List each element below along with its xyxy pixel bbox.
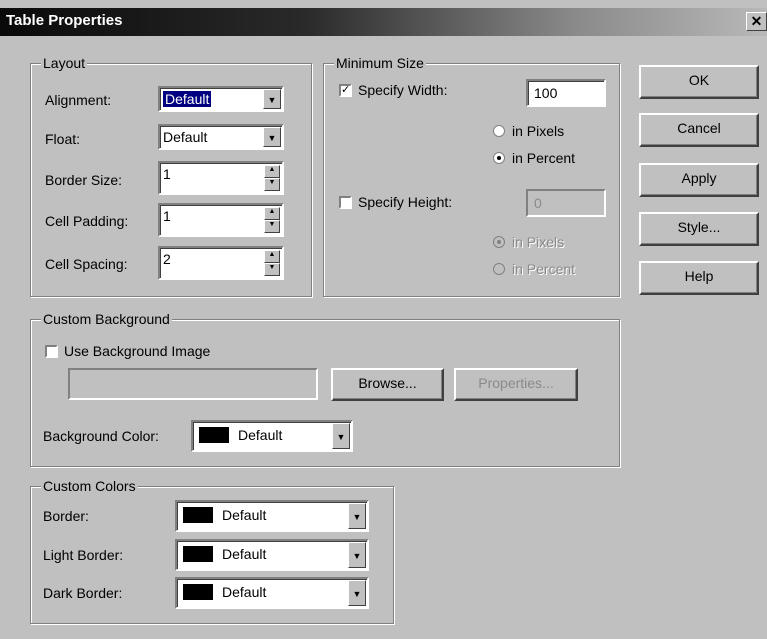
background-image-path-input[interactable] bbox=[68, 368, 318, 400]
cell-padding-value: 1 bbox=[163, 208, 171, 224]
alignment-value: Default bbox=[163, 91, 212, 107]
background-color-label: Background Color: bbox=[43, 428, 159, 444]
cell-spacing-value: 2 bbox=[163, 251, 171, 267]
chevron-down-icon[interactable]: ▼ bbox=[332, 423, 350, 449]
chevron-down-icon[interactable]: ▼ bbox=[348, 580, 366, 606]
light-border-dropdown[interactable]: Default ▼ bbox=[175, 539, 369, 571]
dark-border-swatch bbox=[183, 584, 213, 600]
custom-background-legend: Custom Background bbox=[41, 311, 172, 327]
border-color-swatch bbox=[183, 507, 213, 523]
float-dropdown[interactable]: Default ▼ bbox=[158, 124, 284, 150]
border-color-dropdown[interactable]: Default ▼ bbox=[175, 500, 369, 532]
border-size-spinner[interactable]: ▲ ▼ bbox=[264, 165, 280, 191]
cancel-label: Cancel bbox=[677, 120, 721, 136]
light-border-swatch bbox=[183, 546, 213, 562]
float-value: Default bbox=[163, 129, 208, 145]
border-size-field[interactable]: 1 ▲ ▼ bbox=[158, 161, 284, 195]
cell-padding-spinner[interactable]: ▲ ▼ bbox=[264, 207, 280, 233]
cancel-button[interactable]: Cancel bbox=[639, 113, 759, 147]
chevron-down-icon[interactable]: ▼ bbox=[348, 503, 366, 529]
height-in-percent-label: in Percent bbox=[512, 261, 576, 277]
layout-legend: Layout bbox=[41, 55, 88, 71]
spin-up-icon[interactable]: ▲ bbox=[264, 207, 280, 220]
use-background-image-label: Use Background Image bbox=[64, 343, 211, 359]
browse-button[interactable]: Browse... bbox=[331, 368, 444, 401]
light-border-label: Light Border: bbox=[43, 547, 124, 563]
help-button[interactable]: Help bbox=[639, 261, 759, 295]
alignment-label: Alignment: bbox=[45, 92, 112, 108]
spin-down-icon[interactable]: ▼ bbox=[264, 178, 280, 191]
width-in-pixels-radio[interactable] bbox=[493, 125, 505, 137]
border-color-value: Default bbox=[222, 507, 267, 523]
use-background-image-checkbox[interactable] bbox=[45, 345, 58, 358]
check-icon: ✓ bbox=[341, 84, 351, 96]
specify-height-label: Specify Height: bbox=[358, 194, 453, 210]
background-color-value: Default bbox=[238, 427, 283, 443]
properties-label: Properties... bbox=[478, 375, 554, 391]
close-button[interactable]: ✕ bbox=[746, 12, 767, 31]
chevron-down-icon[interactable]: ▼ bbox=[263, 127, 281, 147]
cell-spacing-field[interactable]: 2 ▲ ▼ bbox=[158, 246, 284, 280]
height-input[interactable]: 0 bbox=[526, 189, 606, 217]
background-color-dropdown[interactable]: Default ▼ bbox=[191, 420, 353, 452]
minimum-size-legend: Minimum Size bbox=[334, 55, 426, 71]
specify-width-checkbox[interactable]: ✓ bbox=[339, 84, 352, 97]
table-properties-dialog: Table Properties ✕ Layout Alignment: Def… bbox=[0, 0, 767, 639]
dark-border-label: Dark Border: bbox=[43, 585, 123, 601]
specify-width-label: Specify Width: bbox=[358, 82, 448, 98]
height-in-pixels-label: in Pixels bbox=[512, 234, 565, 250]
spin-down-icon[interactable]: ▼ bbox=[264, 263, 280, 276]
spin-down-icon[interactable]: ▼ bbox=[264, 220, 280, 233]
chevron-down-icon[interactable]: ▼ bbox=[348, 542, 366, 568]
ok-button[interactable]: OK bbox=[639, 65, 759, 99]
apply-label: Apply bbox=[681, 170, 717, 186]
close-icon: ✕ bbox=[750, 13, 763, 29]
chevron-down-icon[interactable]: ▼ bbox=[263, 89, 281, 109]
style-label: Style... bbox=[677, 219, 721, 235]
help-label: Help bbox=[684, 268, 714, 284]
height-in-percent-radio[interactable] bbox=[493, 263, 505, 275]
border-size-value: 1 bbox=[163, 166, 171, 182]
float-label: Float: bbox=[45, 131, 81, 147]
spin-up-icon[interactable]: ▲ bbox=[264, 165, 280, 178]
border-size-label: Border Size: bbox=[45, 172, 123, 188]
dark-border-value: Default bbox=[222, 584, 267, 600]
browse-label: Browse... bbox=[358, 375, 417, 391]
cell-padding-field[interactable]: 1 ▲ ▼ bbox=[158, 203, 284, 237]
apply-button[interactable]: Apply bbox=[639, 163, 759, 197]
background-color-swatch bbox=[199, 427, 229, 443]
height-in-pixels-radio[interactable] bbox=[493, 236, 505, 248]
width-value: 100 bbox=[534, 85, 558, 101]
border-color-label: Border: bbox=[43, 508, 89, 524]
custom-colors-legend: Custom Colors bbox=[41, 478, 138, 494]
ok-label: OK bbox=[688, 72, 710, 88]
dialog-title: Table Properties bbox=[6, 12, 123, 29]
spin-up-icon[interactable]: ▲ bbox=[264, 250, 280, 263]
style-button[interactable]: Style... bbox=[639, 212, 759, 246]
cell-spacing-label: Cell Spacing: bbox=[45, 256, 128, 272]
specify-height-checkbox[interactable] bbox=[339, 196, 352, 209]
properties-button[interactable]: Properties... bbox=[454, 368, 578, 401]
alignment-dropdown[interactable]: Default ▼ bbox=[158, 86, 284, 112]
width-in-percent-radio[interactable] bbox=[493, 152, 505, 164]
width-in-percent-label: in Percent bbox=[512, 150, 576, 166]
title-bar[interactable]: Table Properties ✕ bbox=[0, 8, 767, 36]
cell-padding-label: Cell Padding: bbox=[45, 213, 129, 229]
height-value: 0 bbox=[534, 195, 542, 211]
dark-border-dropdown[interactable]: Default ▼ bbox=[175, 577, 369, 609]
width-in-pixels-label: in Pixels bbox=[512, 123, 565, 139]
light-border-value: Default bbox=[222, 546, 267, 562]
width-input[interactable]: 100 bbox=[526, 79, 606, 107]
cell-spacing-spinner[interactable]: ▲ ▼ bbox=[264, 250, 280, 276]
